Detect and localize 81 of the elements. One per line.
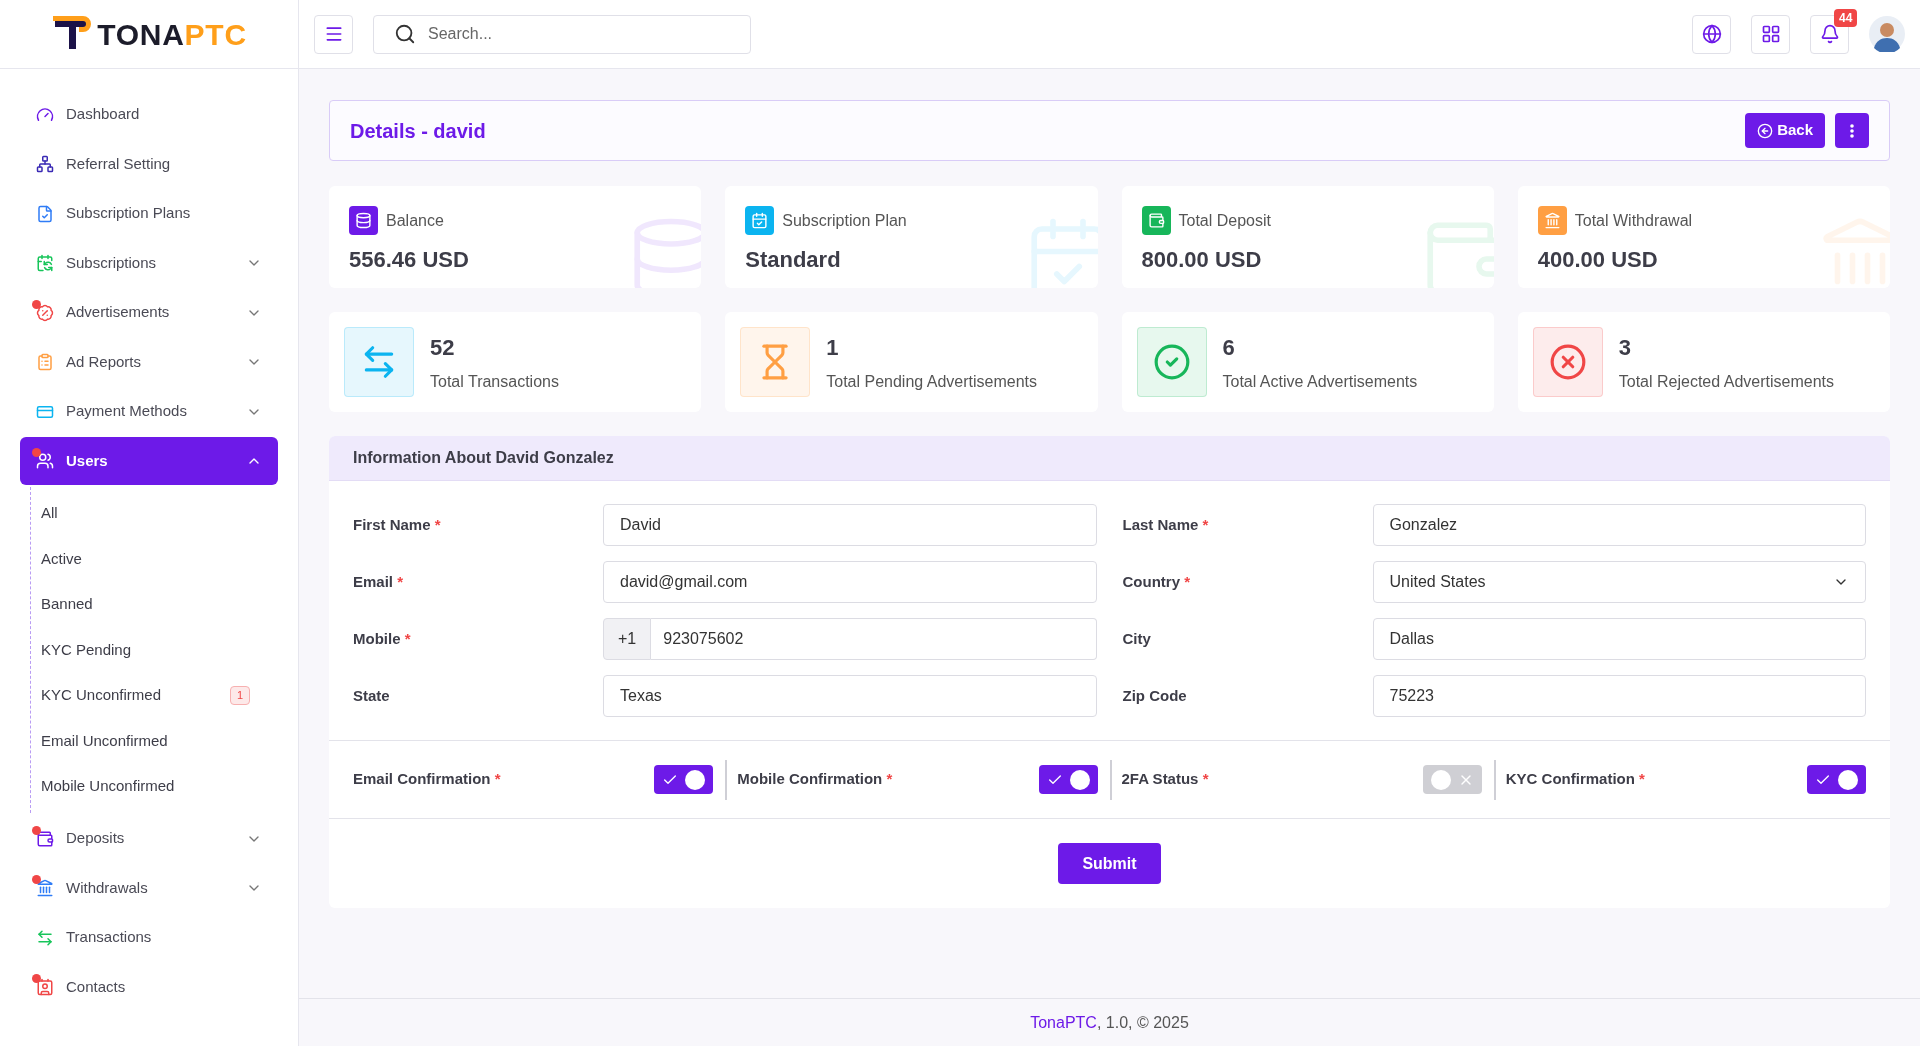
count-value: 1 (826, 333, 840, 362)
input-field[interactable]: 923075602 (651, 618, 1097, 660)
sidebar-item[interactable]: Subscriptions (20, 239, 278, 287)
sidebar-item[interactable]: Referral Setting (20, 140, 278, 188)
submenu-item[interactable]: KYC Pending (41, 638, 250, 661)
footer-link[interactable]: TonaPTC (1030, 1010, 1097, 1035)
sidebar-item[interactable]: Deposits (20, 814, 278, 863)
section-title: Information About David Gonzalez (353, 448, 614, 468)
globe-icon (1701, 24, 1722, 44)
menu-button[interactable] (314, 14, 353, 54)
input-field[interactable]: Texas (603, 675, 1097, 717)
field-label: City (1122, 628, 1152, 649)
count-label: Total Active Advertisements (1222, 371, 1418, 392)
input-field[interactable]: David (603, 504, 1097, 546)
card-label: Balance (386, 210, 444, 231)
card-label: Total Withdrawal (1574, 210, 1693, 231)
toggle-label: Mobile Confirmation * (737, 769, 894, 790)
field-label: Zip Code (1122, 685, 1188, 706)
count-value: 3 (1618, 333, 1632, 362)
card-label: Subscription Plan (782, 210, 907, 231)
sidebar-item[interactable]: Payment Methods (20, 387, 278, 436)
count-label: Total Rejected Advertisements (1618, 371, 1834, 392)
back-button[interactable]: Back (1745, 113, 1825, 148)
field-label: Mobile * (353, 628, 412, 649)
sidebar-item[interactable]: Contacts (20, 963, 278, 1011)
apps-button[interactable] (1751, 14, 1790, 54)
submenu-item[interactable]: Email Unconfirmed (41, 729, 250, 752)
submenu-item[interactable]: All (41, 502, 250, 525)
card-value: Standard (745, 246, 842, 274)
count-label: Total Pending Advertisements (826, 371, 1038, 392)
country-select[interactable]: United States (1372, 561, 1866, 603)
card-value: 400.00 USD (1537, 246, 1659, 274)
toggle-switch[interactable] (1422, 765, 1482, 794)
toggle-label: Email Confirmation * (353, 769, 502, 790)
toggle-label: KYC Confirmation * (1505, 769, 1646, 790)
sidebar-item[interactable]: Withdrawals (20, 864, 278, 912)
sidebar-item[interactable]: Subscription Plans (20, 189, 278, 238)
more-button[interactable] (1835, 113, 1869, 148)
sidebar-item[interactable]: Ad Reports (20, 338, 278, 386)
field-label: Country * (1122, 571, 1191, 592)
field-label: Last Name * (1122, 514, 1210, 535)
toggle-switch[interactable] (654, 765, 714, 794)
input-field[interactable]: david@gmail.com (603, 561, 1097, 603)
submit-button[interactable]: Submit (1058, 843, 1161, 884)
card-value: 556.46 USD (349, 246, 470, 274)
toggle-label: 2FA Status * (1121, 769, 1210, 790)
toggle-switch[interactable] (1807, 765, 1866, 794)
sidebar-item[interactable]: Users (20, 437, 278, 485)
toggle-switch[interactable] (1038, 765, 1098, 794)
input-field[interactable]: 75223 (1372, 675, 1866, 717)
sidebar-item[interactable]: Transactions (20, 913, 278, 962)
card-value: 800.00 USD (1141, 246, 1263, 274)
search-field[interactable]: Search... (373, 14, 751, 54)
submenu-item[interactable]: KYC Unconfirmed (41, 684, 230, 707)
grid-icon (1760, 24, 1781, 44)
submenu-item[interactable]: Banned (41, 593, 250, 616)
bell-icon (1819, 24, 1840, 44)
back-icon (1757, 122, 1774, 139)
footer-text: , 1.0, © 2025 (1096, 1012, 1189, 1033)
avatar[interactable] (1869, 16, 1905, 52)
page-title: Details - david (350, 118, 487, 144)
submenu-item[interactable]: Mobile Unconfirmed (41, 775, 250, 798)
more-icon (1850, 123, 1854, 138)
submenu-item[interactable]: Active (41, 547, 250, 570)
count-value: 52 (430, 333, 456, 362)
input-field[interactable]: Dallas (1372, 618, 1866, 660)
logo-text: TONAPTC (97, 16, 247, 53)
count-value: 6 (1222, 333, 1236, 362)
language-button[interactable] (1692, 14, 1731, 54)
sidebar-item[interactable]: Advertisements (20, 288, 278, 337)
card-label: Total Deposit (1178, 210, 1271, 231)
field-label: State (353, 685, 391, 706)
notification-badge: 44 (1834, 8, 1858, 27)
input-field[interactable]: Gonzalez (1372, 504, 1866, 546)
phone-prefix: +1 (603, 618, 652, 660)
sidebar-item[interactable]: Dashboard (20, 90, 278, 139)
search-icon (394, 23, 416, 45)
field-label: First Name * (353, 514, 442, 535)
count-label: Total Transactions (430, 371, 559, 392)
field-label: Email * (353, 571, 405, 592)
count-badge: 1 (229, 686, 250, 705)
